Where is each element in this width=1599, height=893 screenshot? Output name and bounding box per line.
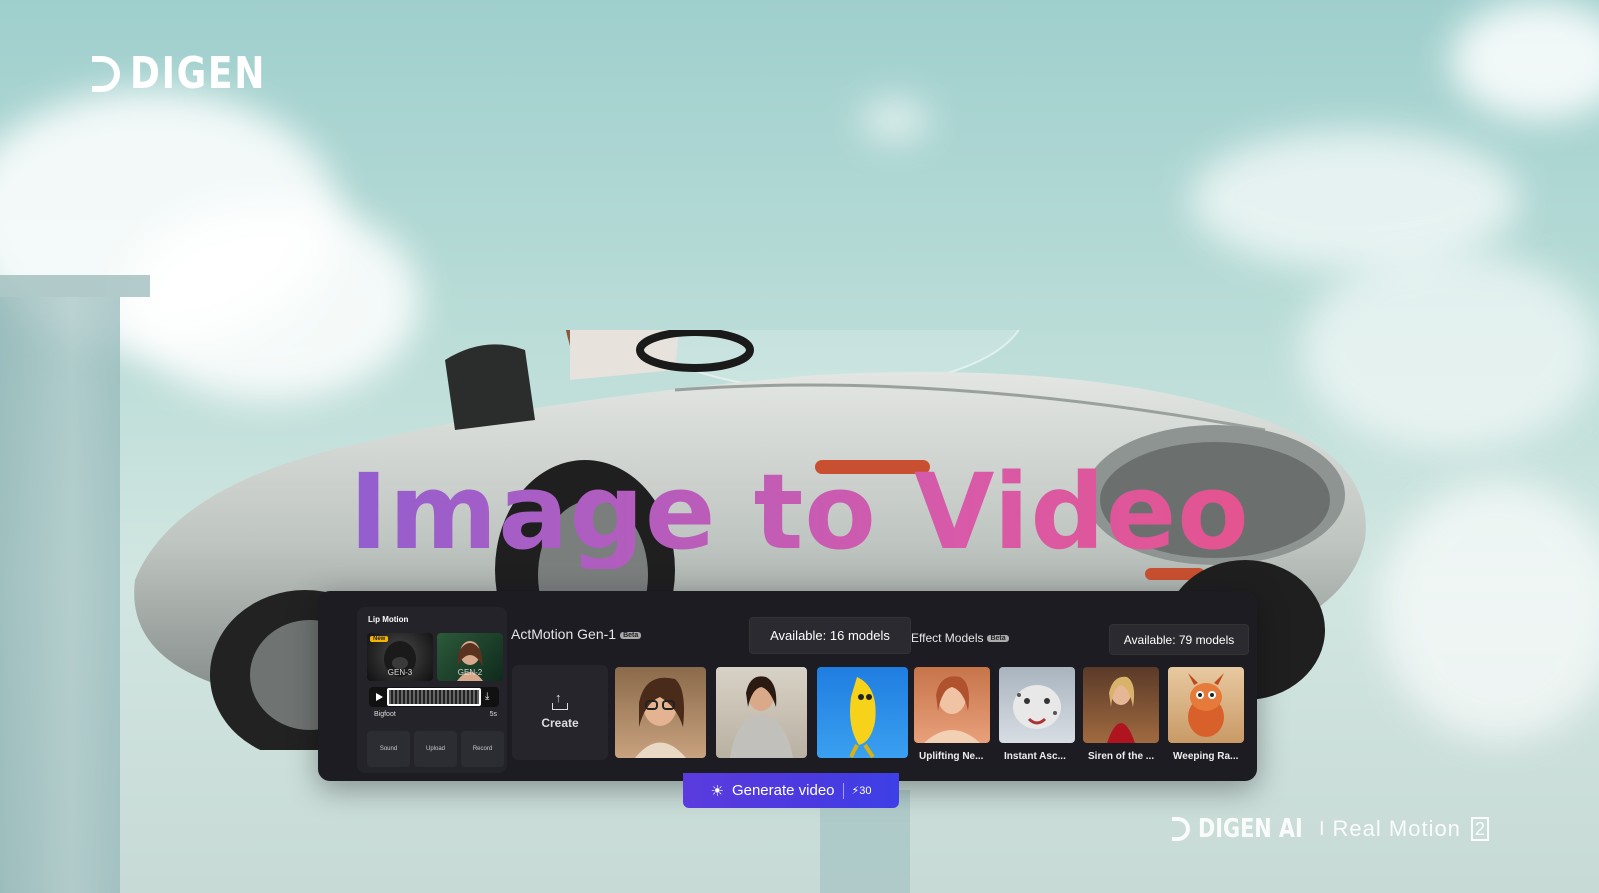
effect-models-title: Effect Models Beta: [911, 631, 1009, 645]
effect-models-title-text: Effect Models: [911, 631, 984, 645]
watermark-brand: DIGEN AI: [1198, 814, 1303, 844]
create-button[interactable]: Create: [512, 665, 608, 760]
credit-cost: ⚡30: [852, 784, 872, 797]
track-duration: 5s: [489, 711, 497, 718]
lip-motion-title: Lip Motion: [368, 615, 409, 624]
effect-model-thumb[interactable]: [1083, 667, 1159, 743]
track-name: Bigfoot: [374, 711, 396, 718]
beta-badge: Beta: [620, 631, 642, 639]
watermark-version: 2: [1470, 817, 1489, 841]
button-divider: [842, 782, 844, 799]
digen-logo-mark-icon: [92, 56, 120, 92]
effect-model-thumb[interactable]: [1168, 667, 1244, 743]
effect-model-label[interactable]: Weeping Ra...: [1173, 751, 1238, 762]
baby-dragon-icon: [1188, 673, 1224, 737]
effect-model-label[interactable]: Instant Asc...: [1004, 751, 1066, 762]
portrait-glasses-icon: [635, 677, 686, 758]
sparkle-icon: ☀: [710, 782, 724, 800]
banana-character-icon: [849, 677, 876, 758]
actmotion-model-thumb[interactable]: [716, 667, 807, 758]
digen-logo[interactable]: DIGEN: [92, 52, 296, 96]
audio-player[interactable]: ⤓: [369, 687, 499, 707]
effect-model-label[interactable]: Siren of the ...: [1088, 751, 1154, 762]
sound-button[interactable]: Sound: [367, 731, 410, 767]
lip-motion-card[interactable]: Lip Motion New GEN-3 GEN-2 ⤓ Bigfoot 5s …: [357, 607, 507, 773]
effect-available-models[interactable]: Available: 79 models: [1109, 624, 1249, 655]
digen-watermark-mark-icon: [1172, 817, 1190, 841]
actmotion-model-thumb[interactable]: [817, 667, 908, 758]
snow-leopard-icon: [1013, 685, 1061, 729]
logo-text: DIGEN: [130, 48, 267, 99]
background-tower: [0, 275, 150, 893]
effect-model-label[interactable]: Uplifting Ne...: [919, 751, 983, 762]
watermark: DIGEN AI I Real Motion 2: [1172, 814, 1489, 844]
generate-video-button[interactable]: ☀ Generate video ⚡30: [683, 773, 899, 808]
upload-button[interactable]: Upload: [414, 731, 457, 767]
portrait-effect-icon: [924, 676, 980, 743]
portrait-red-dress-icon: [1107, 676, 1135, 743]
watermark-product: Real Motion: [1332, 816, 1461, 841]
record-button[interactable]: Record: [461, 731, 504, 767]
page-headline: Image to Video: [0, 455, 1599, 570]
upload-icon: [552, 690, 568, 710]
lip-thumb-label: GEN-3: [387, 668, 413, 677]
lip-thumb-gen2[interactable]: GEN-2: [437, 633, 503, 681]
effect-model-thumb[interactable]: [914, 667, 990, 743]
play-icon[interactable]: [376, 693, 383, 701]
download-icon[interactable]: ⤓: [485, 692, 495, 702]
effect-model-thumb[interactable]: [999, 667, 1075, 743]
lip-thumb-label: GEN-2: [457, 668, 483, 677]
create-label: Create: [541, 715, 579, 730]
new-badge: New: [370, 636, 389, 642]
portrait-sweater-icon: [730, 676, 793, 758]
generate-video-label: Generate video: [731, 782, 835, 799]
watermark-separator: I: [1318, 817, 1325, 840]
actmotion-available-models[interactable]: Available: 16 models: [749, 617, 911, 654]
beta-badge: Beta: [987, 635, 1009, 643]
credit-cost-value: 30: [859, 785, 872, 797]
actmotion-title: ActMotion Gen-1 Beta: [511, 626, 642, 642]
audio-waveform[interactable]: [387, 688, 481, 706]
actmotion-title-text: ActMotion Gen-1: [511, 626, 617, 642]
lip-thumb-gen3[interactable]: New GEN-3: [367, 633, 433, 681]
actmotion-model-thumb[interactable]: [615, 667, 706, 758]
